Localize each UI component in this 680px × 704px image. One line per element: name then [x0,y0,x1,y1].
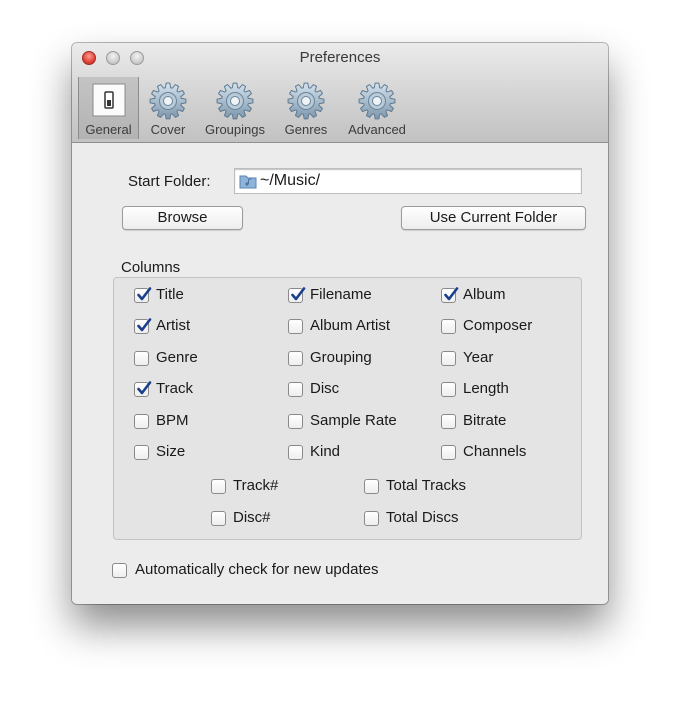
start-folder-value: ~/Music/ [260,172,321,189]
checkmark-icon [137,287,152,301]
general-pane: Start Folder: ~/Music/ Browse Use Curren… [72,143,608,604]
tab-general[interactable]: General [78,77,139,139]
music-folder-icon [239,175,257,189]
gear-icon [149,82,187,120]
checkmark-icon [137,381,152,395]
columns-group: Title Filename Album Artist Album Artist Comp… [113,277,582,540]
switch-icon [92,83,125,117]
column-album-label: Album [463,286,506,303]
column-artist-checkbox[interactable] [134,318,152,334]
column-disc-checkbox[interactable] [211,511,226,526]
tab-label: Cover [150,122,186,137]
column-size-checkbox[interactable] [134,445,149,460]
column-total-discs-label: Total Discs [386,509,459,526]
column-sample-rate-checkbox[interactable] [288,414,303,429]
column-composer-checkbox[interactable] [441,319,456,334]
column-disc-checkbox[interactable] [288,382,303,397]
column-channels-checkbox[interactable] [441,445,456,460]
window-title: Preferences [299,49,381,66]
start-folder-label: Start Folder: [128,173,211,190]
tab-label: Groupings [205,122,265,137]
column-genre-label: Genre [156,349,198,366]
column-title-checkbox[interactable] [134,287,152,303]
column-track-label: Track [156,380,193,397]
tab-groupings[interactable]: Groupings [197,77,273,139]
column-total-tracks-label: Total Tracks [386,477,467,494]
column-sample-rate-label: Sample Rate [310,412,397,429]
column-size-label: Size [156,443,186,460]
browse-button[interactable]: Browse [122,206,243,230]
column-track-checkbox[interactable] [134,381,152,397]
column-total-discs-checkbox[interactable] [364,511,379,526]
tab-label: General [85,122,132,137]
columns-label: Columns [121,259,181,276]
tab-advanced[interactable]: Advanced [340,77,414,139]
column-channels-label: Channels [463,443,527,460]
tab-label: Genres [284,122,328,137]
auto-update-checkbox[interactable] [112,563,127,578]
checkmark-icon [137,318,152,332]
column-bitrate-label: Bitrate [463,412,507,429]
column-disc-label: Disc# [233,509,271,526]
checkmark-icon [291,287,306,301]
column-album-artist-label: Album Artist [310,317,391,334]
column-track-label: Track# [233,477,279,494]
column-length-label: Length [463,380,509,397]
column-kind-label: Kind [310,443,341,460]
column-filename-checkbox[interactable] [288,287,306,303]
auto-update-label: Automatically check for new updates [135,561,379,578]
column-composer-label: Composer [463,317,533,334]
preferences-window: Preferences General Cover Groupings Genr… [72,43,608,604]
tab-cover[interactable]: Cover [141,77,195,139]
gear-icon [216,82,254,120]
column-bpm-label: BPM [156,412,189,429]
column-album-checkbox[interactable] [441,287,459,303]
checkmark-icon [444,287,459,301]
column-track-checkbox[interactable] [211,479,226,494]
column-genre-checkbox[interactable] [134,351,149,366]
column-total-tracks-checkbox[interactable] [364,479,379,494]
column-length-checkbox[interactable] [441,382,456,397]
column-year-checkbox[interactable] [441,351,456,366]
title-bar: Preferences General Cover Groupings Genr… [72,43,608,143]
column-year-label: Year [463,349,494,366]
column-filename-label: Filename [310,286,372,303]
column-artist-label: Artist [156,317,191,334]
start-folder-field[interactable]: ~/Music/ [234,168,582,194]
gear-icon [358,82,396,120]
column-bitrate-checkbox[interactable] [441,414,456,429]
column-grouping-label: Grouping [310,349,372,366]
column-album-artist-checkbox[interactable] [288,319,303,334]
tab-label: Advanced [348,122,406,137]
column-disc-label: Disc [310,380,340,397]
gear-icon [287,82,325,120]
column-title-label: Title [156,286,184,303]
column-kind-checkbox[interactable] [288,445,303,460]
tab-genres[interactable]: Genres [277,77,335,139]
column-bpm-checkbox[interactable] [134,414,149,429]
column-grouping-checkbox[interactable] [288,351,303,366]
use-current-folder-button[interactable]: Use Current Folder [401,206,586,230]
